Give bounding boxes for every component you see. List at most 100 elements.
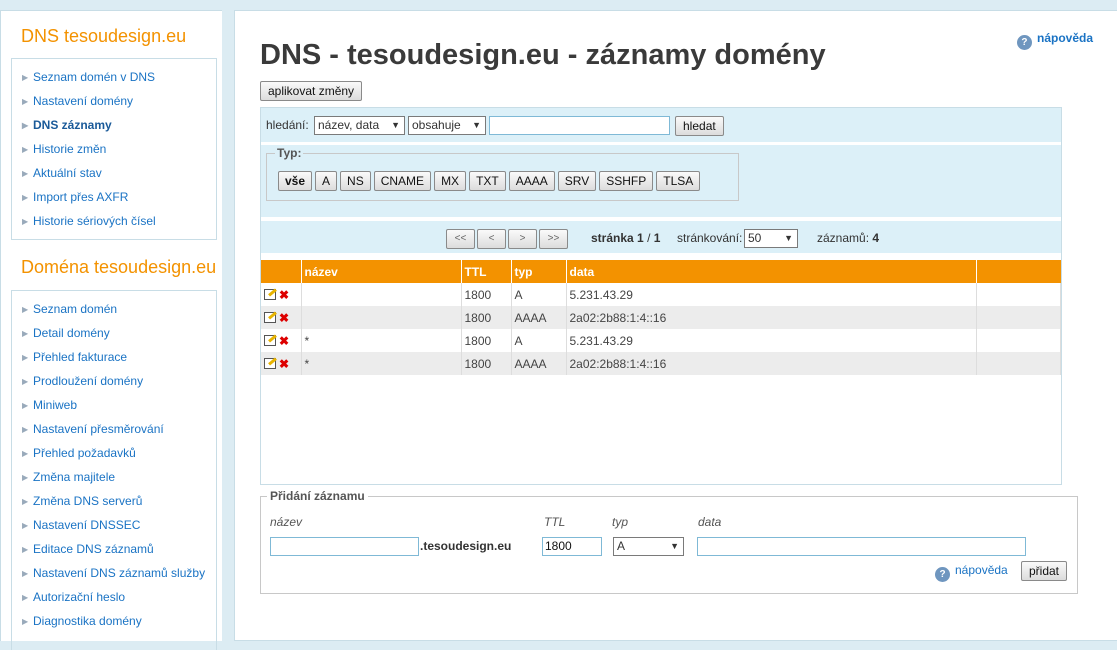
type-button-aaaa[interactable]: AAAA xyxy=(508,171,555,191)
edit-icon[interactable] xyxy=(264,335,276,346)
add-help-link[interactable]: ? nápověda xyxy=(935,563,1008,582)
column-header-data[interactable]: data xyxy=(566,260,977,283)
arrow-right-icon: ▶ xyxy=(22,473,29,482)
page-info: stránka 1 / 1 xyxy=(591,231,661,245)
type-button-txt[interactable]: TXT xyxy=(469,171,506,191)
help-link[interactable]: ? nápověda xyxy=(1016,31,1093,50)
sidebar-item-seznam-domen[interactable]: ▶ Seznam domén xyxy=(12,297,216,321)
add-name-input[interactable] xyxy=(270,537,419,556)
sidebar-item-aktualni-stav[interactable]: ▶ Aktuální stav xyxy=(12,161,216,185)
sidebar-item-zmena-majitele[interactable]: ▶ Změna majitele xyxy=(12,465,216,489)
type-button-srv[interactable]: SRV xyxy=(557,171,597,191)
sidebar-item-prodlouzeni-domeny[interactable]: ▶ Prodloužení domény xyxy=(12,369,216,393)
cell-data: 2a02:2b88:1:4::16 xyxy=(566,352,977,375)
row-actions: ✖ xyxy=(261,352,302,375)
search-label: hledání: xyxy=(266,118,309,132)
add-record-button[interactable]: přidat xyxy=(1021,561,1068,581)
edit-icon[interactable] xyxy=(264,358,276,369)
column-header-type[interactable]: typ xyxy=(511,260,567,283)
edit-icon[interactable] xyxy=(264,289,276,300)
type-button-a[interactable]: A xyxy=(315,171,338,191)
type-button-all[interactable]: vše xyxy=(278,171,313,191)
add-ttl-input[interactable]: 1800 xyxy=(542,537,602,556)
sidebar-item-nastaveni-domeny[interactable]: ▶ Nastavení domény xyxy=(12,89,216,113)
cell-name: * xyxy=(301,329,462,352)
sidebar-item-nastaveni-presmerovani[interactable]: ▶ Nastavení přesměrování xyxy=(12,417,216,441)
pager-prev-button[interactable]: < xyxy=(477,229,506,249)
table-row: ✖ * 1800 AAAA 2a02:2b88:1:4::16 xyxy=(261,352,1061,375)
search-button[interactable]: hledat xyxy=(675,116,724,136)
chevron-down-icon: ▼ xyxy=(784,233,793,243)
pager-first-button[interactable]: << xyxy=(446,229,475,249)
add-type-select[interactable]: A ▼ xyxy=(613,537,684,556)
column-header-ttl[interactable]: TTL xyxy=(461,260,512,283)
help-icon: ? xyxy=(1016,35,1032,50)
sidebar-item-prehled-pozadavku[interactable]: ▶ Přehled požadavků xyxy=(12,441,216,465)
delete-icon[interactable]: ✖ xyxy=(279,311,289,325)
sidebar-item-zmena-dns-serveru[interactable]: ▶ Změna DNS serverů xyxy=(12,489,216,513)
add-data-input[interactable] xyxy=(697,537,1026,556)
search-operator-select[interactable]: obsahuje ▼ xyxy=(408,116,486,135)
sidebar-dns-menu: ▶ Seznam domén v DNS ▶ Nastavení domény ▶ D… xyxy=(11,58,217,240)
pager-next-button[interactable]: > xyxy=(508,229,537,249)
sidebar-item-import-axfr[interactable]: ▶ Import přes AXFR xyxy=(12,185,216,209)
sidebar-item-dns-zaznamy[interactable]: ▶ DNS záznamy xyxy=(12,113,216,137)
sidebar-item-nastaveni-dnssec[interactable]: ▶ Nastavení DNSSEC xyxy=(12,513,216,537)
pager-last-button[interactable]: >> xyxy=(539,229,568,249)
row-actions: ✖ xyxy=(261,283,302,306)
sidebar-item-diagnostika-domeny[interactable]: ▶ Diagnostika domény xyxy=(12,609,216,633)
sidebar-item-autorizacni-heslo[interactable]: ▶ Autorizační heslo xyxy=(12,585,216,609)
sidebar-item-historie-seriovych-cisel[interactable]: ▶ Historie sériových čísel xyxy=(12,209,216,233)
sidebar-domain-menu: ▶ Seznam domén ▶ Detail domény ▶ Přehled fa… xyxy=(11,290,217,650)
type-button-mx[interactable]: MX xyxy=(434,171,467,191)
search-input[interactable] xyxy=(489,116,670,135)
table-row: ✖ * 1800 A 5.231.43.29 xyxy=(261,329,1061,352)
sidebar-item-historie-zmen[interactable]: ▶ Historie změn xyxy=(12,137,216,161)
type-filter-buttons: vše A NS CNAME MX TXT AAAA SRV SSHFP TLSA xyxy=(278,171,703,191)
sidebar-item-miniweb[interactable]: ▶ Miniweb xyxy=(12,393,216,417)
cell-type: A xyxy=(511,329,567,352)
sidebar-item-nastaveni-dns-zaznamu-sluzby[interactable]: ▶ Nastavení DNS záznamů služby xyxy=(12,561,216,585)
pager-bar: << < > >> stránka 1 / 1 stránkování: 50 ▼ zá… xyxy=(261,221,1061,253)
sidebar: DNS tesoudesign.eu ▶ Seznam domén v DNS ▶… xyxy=(0,10,222,650)
arrow-right-icon: ▶ xyxy=(22,97,29,106)
sidebar-item-seznam-domen-v-dns[interactable]: ▶ Seznam domén v DNS xyxy=(12,65,216,89)
page-size-select[interactable]: 50 ▼ xyxy=(744,229,798,248)
cell-type: AAAA xyxy=(511,352,567,375)
arrow-right-icon: ▶ xyxy=(22,521,29,530)
cell-extra xyxy=(976,283,1061,306)
arrow-right-icon: ▶ xyxy=(22,193,29,202)
column-header-extra xyxy=(976,260,1061,283)
sidebar-domain-title: Doména tesoudesign.eu xyxy=(21,257,217,277)
sidebar-item-detail-domeny[interactable]: ▶ Detail domény xyxy=(12,321,216,345)
type-filter-bar: Typ: vše A NS CNAME MX TXT AAAA SRV SSHFP TLSA xyxy=(261,145,1061,217)
cell-name: * xyxy=(301,352,462,375)
type-button-cname[interactable]: CNAME xyxy=(373,171,432,191)
search-field-select[interactable]: název, data ▼ xyxy=(314,116,405,135)
type-button-sshfp[interactable]: SSHFP xyxy=(599,171,654,191)
sidebar-item-prehled-fakturace[interactable]: ▶ Přehled fakturace xyxy=(12,345,216,369)
record-count: záznamů: 4 xyxy=(817,231,880,245)
sidebar-item-editace-dns-zaznamu[interactable]: ▶ Editace DNS záznamů xyxy=(12,537,216,561)
type-button-tlsa[interactable]: TLSA xyxy=(656,171,701,191)
cell-data: 2a02:2b88:1:4::16 xyxy=(566,306,977,329)
add-ttl-label: TTL xyxy=(544,515,566,529)
search-bar: hledání: název, data ▼ obsahuje ▼ hledat xyxy=(261,108,1061,142)
pagination-label: stránkování: xyxy=(677,231,743,245)
column-header-name[interactable]: název xyxy=(301,260,462,283)
cell-data: 5.231.43.29 xyxy=(566,329,977,352)
apply-changes-button[interactable]: aplikovat změny xyxy=(260,81,363,101)
delete-icon[interactable]: ✖ xyxy=(279,357,289,371)
cell-extra xyxy=(976,329,1061,352)
delete-icon[interactable]: ✖ xyxy=(279,288,289,302)
cell-type: AAAA xyxy=(511,306,567,329)
edit-icon[interactable] xyxy=(264,312,276,323)
arrow-right-icon: ▶ xyxy=(22,545,29,554)
chevron-down-icon: ▼ xyxy=(670,541,679,551)
delete-icon[interactable]: ✖ xyxy=(279,334,289,348)
table-header-row: název TTL typ data xyxy=(261,260,1061,283)
type-button-ns[interactable]: NS xyxy=(340,171,371,191)
row-actions: ✖ xyxy=(261,306,302,329)
cell-extra xyxy=(976,352,1061,375)
cell-ttl: 1800 xyxy=(461,283,512,306)
